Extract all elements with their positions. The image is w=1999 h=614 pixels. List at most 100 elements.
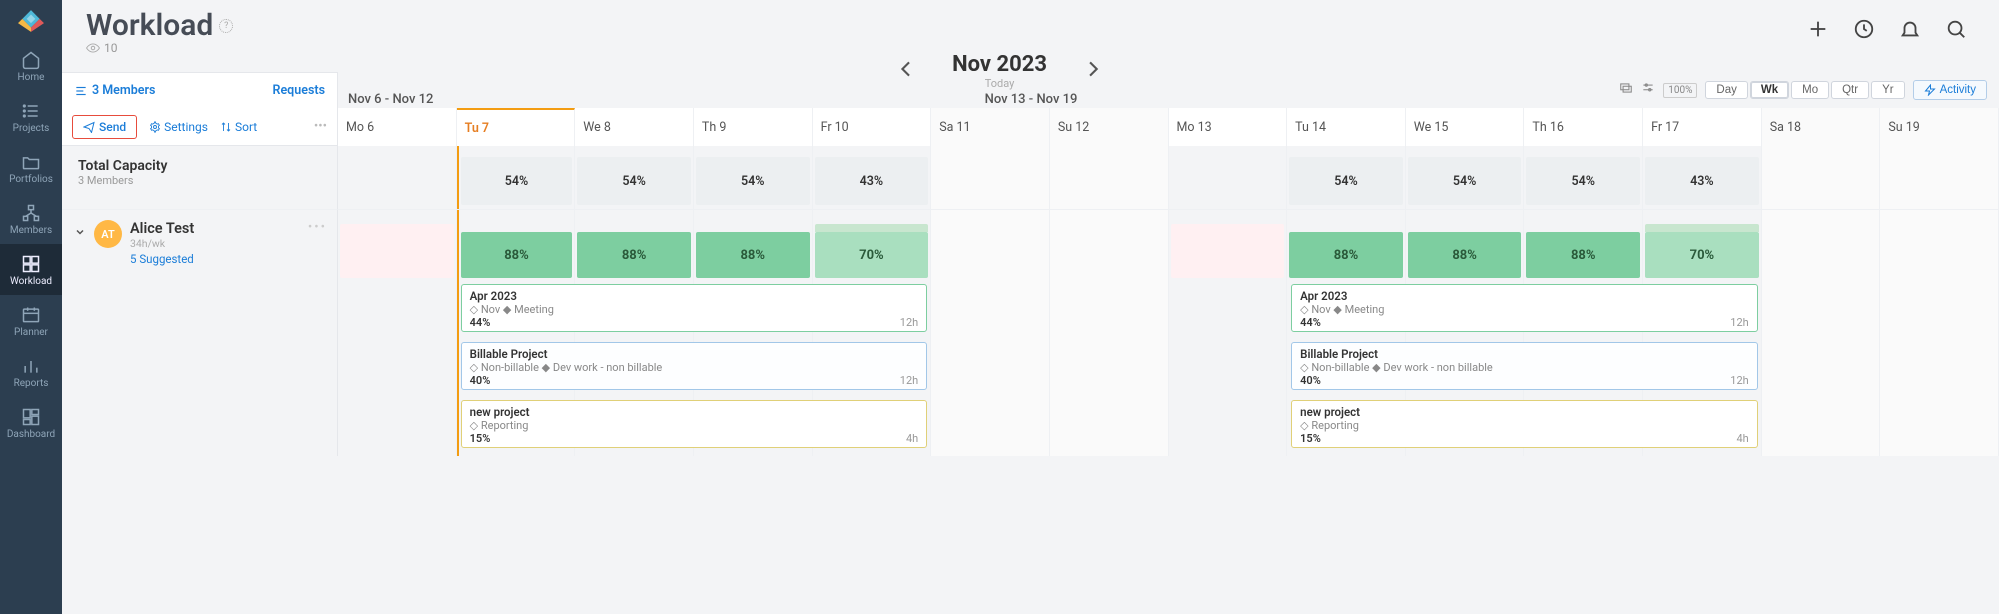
activity-button[interactable]: Activity bbox=[1913, 80, 1987, 100]
zoom-controls: Day Wk Mo Qtr Yr bbox=[1705, 81, 1904, 99]
day-header[interactable]: Mo 13 bbox=[1169, 108, 1288, 146]
day-header[interactable]: We 8 bbox=[575, 108, 694, 146]
legend-icon[interactable] bbox=[1619, 81, 1633, 99]
dashboard-icon bbox=[21, 407, 41, 427]
day-header[interactable]: Tu 14 bbox=[1287, 108, 1406, 146]
day-header[interactable]: Mo 6 bbox=[338, 108, 457, 146]
capacity-bar[interactable]: 54% bbox=[1526, 157, 1640, 205]
day-header[interactable]: Su 19 bbox=[1880, 108, 1999, 146]
capacity-cell: 54% bbox=[575, 146, 694, 209]
capacity-subtitle: 3 Members bbox=[78, 174, 321, 187]
task-block[interactable]: Apr 2023◇ Nov ◆ Meeting44%12h bbox=[461, 284, 928, 332]
task-block[interactable]: new project◇ Reporting15%4h bbox=[461, 400, 928, 448]
sort-icon bbox=[220, 121, 232, 133]
nav-members[interactable]: Members bbox=[0, 193, 62, 244]
day-header[interactable]: Tu 7 bbox=[457, 108, 576, 146]
nav-reports[interactable]: Reports bbox=[0, 346, 62, 397]
folder-icon bbox=[21, 152, 41, 172]
capacity-bar[interactable]: 54% bbox=[461, 157, 573, 205]
bolt-icon bbox=[1924, 84, 1936, 96]
day-header[interactable]: Fr 10 bbox=[813, 108, 932, 146]
toolbar-left: 3 Members Requests bbox=[62, 72, 338, 108]
capacity-bar[interactable]: 43% bbox=[1645, 157, 1759, 205]
task-hours: 4h bbox=[1736, 432, 1748, 445]
home-icon bbox=[21, 50, 41, 70]
clock-button[interactable] bbox=[1853, 18, 1875, 44]
zoom-percent[interactable]: 100% bbox=[1663, 83, 1697, 98]
capacity-bar[interactable]: 54% bbox=[1289, 157, 1403, 205]
capacity-cell bbox=[1050, 146, 1169, 209]
util-bar[interactable]: 88% bbox=[1408, 232, 1522, 278]
util-bar[interactable]: 88% bbox=[1289, 232, 1403, 278]
zoom-day[interactable]: Day bbox=[1705, 81, 1747, 99]
requests-link[interactable]: Requests bbox=[273, 83, 325, 98]
member-cell: 88% bbox=[1287, 210, 1406, 282]
util-bar[interactable]: 70% bbox=[1645, 232, 1759, 278]
zoom-year[interactable]: Yr bbox=[1871, 81, 1905, 99]
filter-icon[interactable] bbox=[1641, 81, 1655, 99]
avatar[interactable]: AT bbox=[94, 220, 122, 248]
prev-button[interactable] bbox=[896, 59, 916, 83]
page-title: Workload bbox=[86, 8, 213, 43]
help-icon[interactable]: ? bbox=[219, 19, 233, 33]
nav-label: Portfolios bbox=[9, 174, 53, 185]
zoom-month[interactable]: Mo bbox=[1791, 81, 1829, 99]
capacity-section: Total Capacity 3 Members 54%54%54%43%54%… bbox=[62, 146, 1999, 210]
nav-dashboard[interactable]: Dashboard bbox=[0, 397, 62, 448]
day-header[interactable]: Sa 11 bbox=[931, 108, 1050, 146]
search-button[interactable] bbox=[1945, 18, 1967, 44]
collapse-toggle[interactable] bbox=[74, 220, 86, 242]
sidebar: Home Projects Portfolios Members Workloa… bbox=[0, 0, 62, 614]
day-header[interactable]: Th 9 bbox=[694, 108, 813, 146]
gear-icon bbox=[149, 121, 161, 133]
day-header[interactable]: Su 12 bbox=[1050, 108, 1169, 146]
views-number: 10 bbox=[104, 41, 118, 55]
day-header[interactable]: Th 16 bbox=[1524, 108, 1643, 146]
zoom-quarter[interactable]: Qtr bbox=[1831, 81, 1869, 99]
sort-link[interactable]: Sort bbox=[220, 120, 257, 134]
nav-label: Reports bbox=[14, 378, 49, 389]
task-block[interactable]: Apr 2023◇ Nov ◆ Meeting44%12h bbox=[1291, 284, 1758, 332]
grid-icon bbox=[21, 254, 41, 274]
task-meta: ◇ Nov ◆ Meeting bbox=[470, 303, 919, 316]
task-pct: 44% bbox=[1300, 316, 1749, 329]
nav-portfolios[interactable]: Portfolios bbox=[0, 142, 62, 193]
util-bar[interactable]: 88% bbox=[461, 232, 573, 278]
views-count: 10 bbox=[86, 41, 233, 55]
nav-planner[interactable]: Planner bbox=[0, 295, 62, 346]
app-logo[interactable] bbox=[16, 6, 46, 36]
nav-workload[interactable]: Workload bbox=[0, 244, 62, 295]
members-link-label: 3 Members bbox=[92, 83, 155, 98]
nav-home[interactable]: Home bbox=[0, 40, 62, 91]
send-button[interactable]: Send bbox=[72, 115, 137, 139]
util-bar[interactable]: 88% bbox=[577, 232, 691, 278]
add-button[interactable] bbox=[1807, 18, 1829, 44]
task-block[interactable]: Billable Project◇ Non-billable ◆ Dev wor… bbox=[1291, 342, 1758, 390]
bell-button[interactable] bbox=[1899, 18, 1921, 44]
settings-link[interactable]: Settings bbox=[149, 120, 208, 134]
next-button[interactable] bbox=[1083, 59, 1103, 83]
members-link[interactable]: 3 Members bbox=[74, 83, 155, 98]
day-header[interactable]: Sa 18 bbox=[1762, 108, 1881, 146]
zoom-week[interactable]: Wk bbox=[1750, 81, 1789, 99]
capacity-bar[interactable]: 54% bbox=[1408, 157, 1522, 205]
day-header[interactable]: We 15 bbox=[1406, 108, 1525, 146]
nav-projects[interactable]: Projects bbox=[0, 91, 62, 142]
util-bar[interactable]: 88% bbox=[1526, 232, 1640, 278]
member-name[interactable]: Alice Test bbox=[130, 220, 194, 237]
util-bar[interactable]: 70% bbox=[815, 232, 929, 278]
member-suggested[interactable]: 5 Suggested bbox=[130, 252, 194, 266]
capacity-bar[interactable]: 54% bbox=[696, 157, 810, 205]
capacity-cell bbox=[931, 146, 1050, 209]
day-header[interactable]: Fr 17 bbox=[1643, 108, 1762, 146]
capacity-bar[interactable]: 54% bbox=[577, 157, 691, 205]
capacity-bar[interactable]: 43% bbox=[815, 157, 929, 205]
task-title: Billable Project bbox=[1300, 347, 1749, 361]
more-actions[interactable]: ••• bbox=[314, 119, 327, 134]
member-more[interactable]: ••• bbox=[308, 220, 327, 235]
task-block[interactable]: new project◇ Reporting15%4h bbox=[1291, 400, 1758, 448]
util-bar[interactable]: 88% bbox=[696, 232, 810, 278]
task-block[interactable]: Billable Project◇ Non-billable ◆ Dev wor… bbox=[461, 342, 928, 390]
bars-icon bbox=[21, 356, 41, 376]
tasks-section: Apr 2023◇ Nov ◆ Meeting44%12h Apr 2023◇ N… bbox=[62, 282, 1999, 456]
